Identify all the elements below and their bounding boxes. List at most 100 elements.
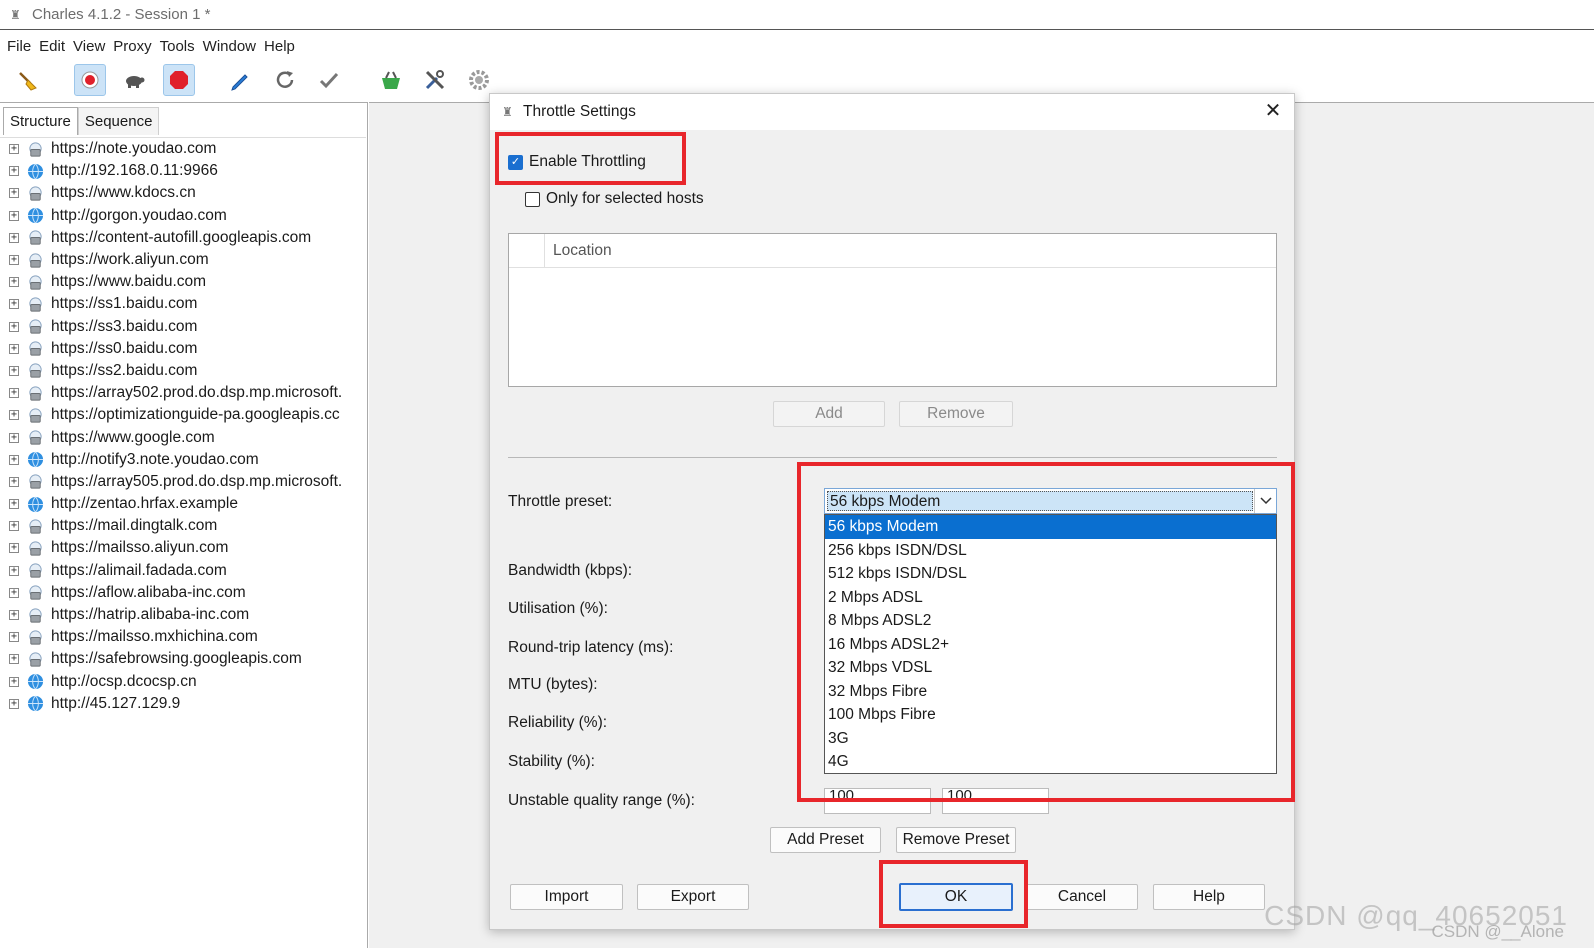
expand-plus-icon[interactable]: + (9, 676, 19, 687)
tools-icon[interactable] (419, 64, 451, 96)
tab-structure[interactable]: Structure (3, 107, 78, 135)
close-icon[interactable]: ✕ (1262, 100, 1284, 122)
tab-sequence[interactable]: Sequence (77, 107, 160, 135)
host-url: https://aflow.alibaba-inc.com (51, 583, 246, 601)
expand-plus-icon[interactable]: + (9, 210, 19, 221)
expand-plus-icon[interactable]: + (9, 565, 19, 576)
compose-pen-icon[interactable] (224, 64, 256, 96)
cancel-button[interactable]: Cancel (1026, 884, 1138, 910)
host-tree-row[interactable]: + https://aflow.alibaba-inc.com (0, 582, 366, 604)
export-button[interactable]: Export (637, 884, 749, 910)
menu-tools[interactable]: Tools (160, 38, 195, 55)
host-tree-row[interactable]: + https://ss3.baidu.com (0, 316, 366, 338)
expand-plus-icon[interactable]: + (9, 255, 19, 266)
expand-plus-icon[interactable]: + (9, 277, 19, 288)
settings-gear-icon[interactable] (463, 64, 495, 96)
expand-plus-icon[interactable]: + (9, 543, 19, 554)
menu-edit[interactable]: Edit (39, 38, 65, 55)
expand-plus-icon[interactable]: + (9, 698, 19, 709)
host-tree-row[interactable]: + https://ss0.baidu.com (0, 338, 366, 360)
only-selected-hosts-checkbox[interactable]: Only for selected hosts (525, 190, 704, 208)
expand-plus-icon[interactable]: + (9, 432, 19, 443)
expand-plus-icon[interactable]: + (9, 410, 19, 421)
add-location-button[interactable]: Add (773, 401, 885, 427)
remove-preset-button[interactable]: Remove Preset (896, 827, 1016, 853)
expand-plus-icon[interactable]: + (9, 654, 19, 665)
host-tree-row[interactable]: + https://mailsso.aliyun.com (0, 537, 366, 559)
lock-globe-icon (26, 562, 44, 580)
expand-plus-icon[interactable]: + (9, 521, 19, 532)
menubar: File Edit View Proxy Tools Window Help (0, 33, 303, 59)
host-tree-row[interactable]: + https://www.google.com (0, 426, 366, 448)
host-tree-row[interactable]: + https://array505.prod.do.dsp.mp.microso… (0, 471, 366, 493)
expand-plus-icon[interactable]: + (9, 587, 19, 598)
expand-plus-icon[interactable]: + (9, 499, 19, 510)
expand-plus-icon[interactable]: + (9, 321, 19, 332)
host-tree-row[interactable]: + https://content-autofill.googleapis.com (0, 227, 366, 249)
lock-globe-icon (26, 473, 44, 491)
host-url: https://mailsso.aliyun.com (51, 539, 229, 557)
expand-plus-icon[interactable]: + (9, 299, 19, 310)
remove-location-button[interactable]: Remove (899, 401, 1013, 427)
lock-globe-icon (26, 650, 44, 668)
host-url: https://alimail.fadada.com (51, 561, 227, 579)
basket-icon[interactable] (375, 64, 407, 96)
host-tree-row[interactable]: + https://optimizationguide-pa.googleapis… (0, 404, 366, 426)
validate-check-icon[interactable] (313, 64, 345, 96)
host-tree-row[interactable]: + http://gorgon.youdao.com (0, 205, 366, 227)
window-title: Charles 4.1.2 - Session 1 * (32, 6, 211, 23)
host-tree-row[interactable]: + https://ss1.baidu.com (0, 293, 366, 315)
host-tree-row[interactable]: + https://array502.prod.do.dsp.mp.microso… (0, 382, 366, 404)
host-tree-row[interactable]: + https://safebrowsing.googleapis.com (0, 648, 366, 670)
repeat-icon[interactable] (269, 64, 301, 96)
host-tree-row[interactable]: + http://zentao.hrfax.example (0, 493, 366, 515)
location-table[interactable]: Location (508, 233, 1277, 387)
expand-plus-icon[interactable]: + (9, 166, 19, 177)
menu-view[interactable]: View (73, 38, 105, 55)
host-tree-row[interactable]: + http://192.168.0.11:9966 (0, 160, 366, 182)
menu-proxy[interactable]: Proxy (113, 38, 151, 55)
host-tree-row[interactable]: + http://notify3.note.youdao.com (0, 449, 366, 471)
record-icon[interactable] (74, 64, 106, 96)
expand-plus-icon[interactable]: + (9, 232, 19, 243)
host-tree-row[interactable]: + https://mailsso.mxhichina.com (0, 626, 366, 648)
checkbox-box (525, 191, 540, 207)
expand-plus-icon[interactable]: + (9, 365, 19, 376)
help-button[interactable]: Help (1153, 884, 1265, 910)
host-url: https://ss1.baidu.com (51, 295, 198, 313)
host-url: https://mail.dingtalk.com (51, 517, 218, 535)
expand-plus-icon[interactable]: + (9, 610, 19, 621)
breakpoint-stop-icon[interactable] (163, 64, 195, 96)
host-tree-row[interactable]: + https://mail.dingtalk.com (0, 515, 366, 537)
host-tree-row[interactable]: + https://alimail.fadada.com (0, 560, 366, 582)
throttle-turtle-icon[interactable] (118, 64, 150, 96)
expand-plus-icon[interactable]: + (9, 343, 19, 354)
expand-plus-icon[interactable]: + (9, 454, 19, 465)
menu-window[interactable]: Window (203, 38, 256, 55)
lock-globe-icon (26, 429, 44, 447)
host-tree-row[interactable]: + http://ocsp.dcocsp.cn (0, 671, 366, 693)
host-tree-row[interactable]: + https://work.aliyun.com (0, 249, 366, 271)
host-tree-row[interactable]: + https://hatrip.alibaba-inc.com (0, 604, 366, 626)
host-tree-row[interactable]: + https://www.baidu.com (0, 271, 366, 293)
menu-file[interactable]: File (7, 38, 31, 55)
expand-plus-icon[interactable]: + (9, 388, 19, 399)
host-url: https://array505.prod.do.dsp.mp.microsof… (51, 472, 343, 490)
host-tree-row[interactable]: + http://45.127.129.9 (0, 693, 366, 715)
host-tree-row[interactable]: + https://www.kdocs.cn (0, 182, 366, 204)
import-button[interactable]: Import (510, 884, 623, 910)
lock-globe-icon (26, 606, 44, 624)
expand-plus-icon[interactable]: + (9, 476, 19, 487)
menu-help[interactable]: Help (264, 38, 295, 55)
host-tree-row[interactable]: + https://note.youdao.com (0, 138, 366, 160)
window-titlebar: ♜ Charles 4.1.2 - Session 1 * (0, 0, 1594, 30)
expand-plus-icon[interactable]: + (9, 188, 19, 199)
expand-plus-icon[interactable]: + (9, 632, 19, 643)
expand-plus-icon[interactable]: + (9, 144, 19, 155)
host-tree-row[interactable]: + https://ss2.baidu.com (0, 360, 366, 382)
host-url: https://ss0.baidu.com (51, 339, 198, 357)
host-url: https://array502.prod.do.dsp.mp.microsof… (51, 384, 343, 402)
broom-icon[interactable] (12, 64, 44, 96)
add-preset-button[interactable]: Add Preset (770, 827, 881, 853)
lock-globe-icon (26, 229, 44, 247)
